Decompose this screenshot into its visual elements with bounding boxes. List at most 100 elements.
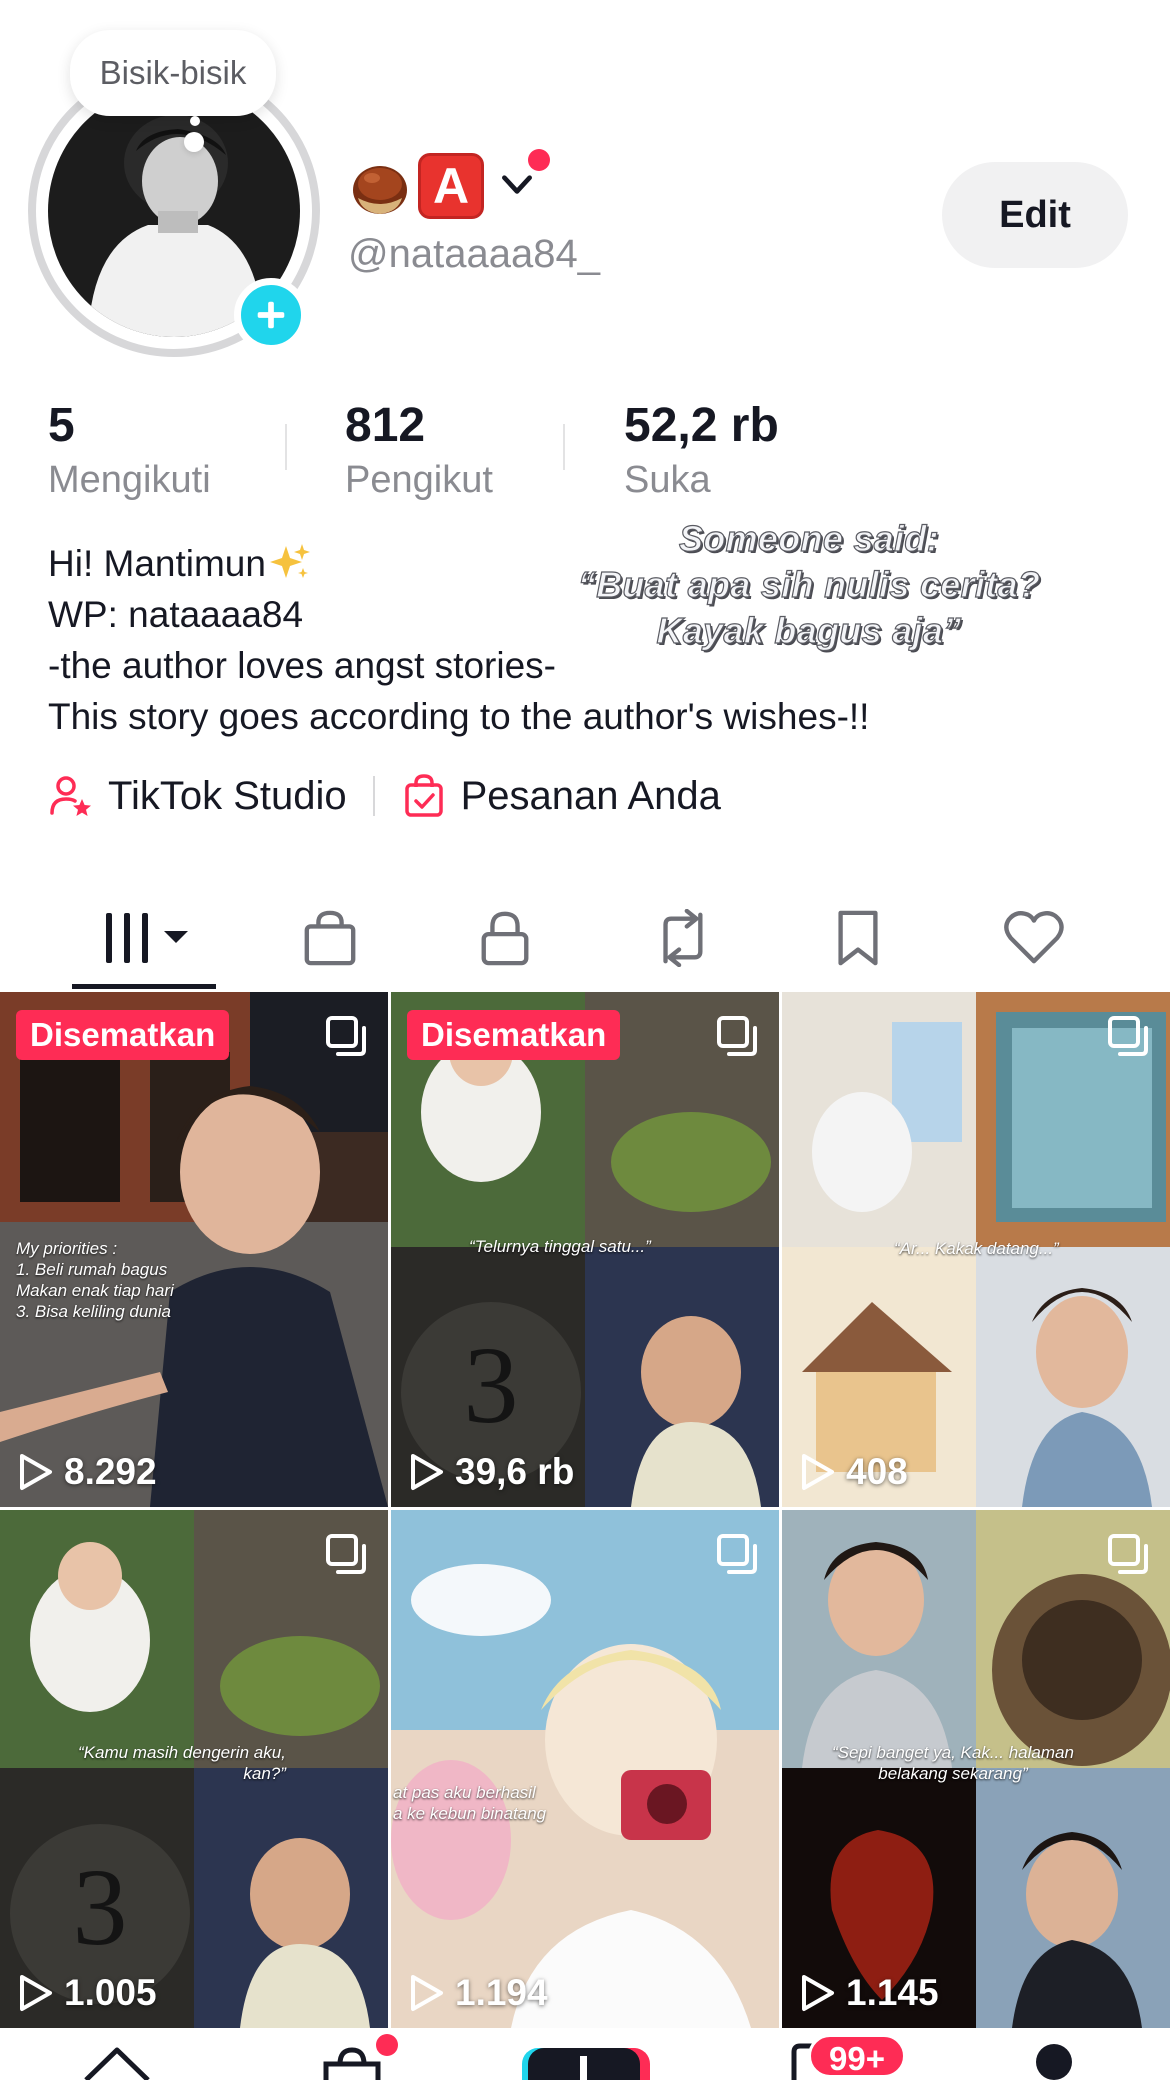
view-count-value: 1.145 — [846, 1972, 939, 2013]
video-caption: “Ar... Kakak datang...” — [894, 1238, 1059, 1259]
play-icon — [20, 1975, 52, 2011]
play-icon — [802, 1975, 834, 2011]
stat-likes[interactable]: 52,2 rb Suka — [624, 398, 779, 504]
video-caption: My priorities : 1. Beli rumah bagus Maka… — [16, 1238, 174, 1322]
view-count: 408 — [798, 1451, 908, 1493]
chevron-down-icon — [502, 175, 532, 194]
multi-clip-icon — [1108, 1534, 1148, 1574]
account-switch-chevron[interactable] — [496, 149, 550, 209]
caption-line: Makan enak tiap hari — [16, 1281, 174, 1300]
multi-clip-icon — [717, 1016, 757, 1056]
bottom-navigation — [0, 2028, 1170, 2080]
stat-followers-label: Pengikut — [345, 459, 493, 501]
orders-link[interactable]: Pesanan Anda — [401, 773, 721, 819]
video-tile[interactable]: Disematkan My priorities : 1. Beli rumah… — [0, 992, 388, 1507]
multi-clip-icon — [1108, 1016, 1148, 1056]
whisper-bubble[interactable]: Bisik-bisik — [70, 30, 276, 116]
home-icon[interactable] — [80, 2042, 154, 2080]
add-story-button[interactable] — [234, 278, 308, 352]
bio-line: This story goes according to the author'… — [48, 696, 870, 737]
heart-icon — [1004, 911, 1064, 964]
video-caption: “Kamu masih dengerin aku, kan?” — [78, 1742, 286, 1784]
play-icon — [411, 1975, 443, 2011]
sparkles-icon — [269, 544, 310, 578]
video-thumbnail — [391, 1510, 779, 2028]
stat-followers[interactable]: 812 Pengikut — [345, 398, 493, 504]
stat-likes-count: 52,2 rb — [624, 399, 779, 452]
tab-liked[interactable] — [992, 906, 1076, 970]
video-caption: “Telurnya tinggal satu...” — [469, 1236, 651, 1257]
play-icon — [20, 1454, 52, 1490]
pinned-badge: Disematkan — [407, 1010, 621, 1060]
stat-following-label: Mengikuti — [48, 459, 211, 501]
whisper-bubble-tail-dot — [184, 132, 204, 152]
video-tile[interactable]: “Ar... Kakak datang...” 408 — [782, 992, 1170, 1507]
quote-line: “Buat apa sih nulis cerita? — [577, 563, 1041, 605]
bio-line-text: Hi! Mantimun — [48, 543, 266, 584]
video-tile[interactable]: at pas aku berhasil a ke kebun binatang … — [391, 1510, 779, 2028]
view-count: 1.194 — [407, 1972, 548, 2014]
multi-clip-icon — [326, 1534, 366, 1574]
tab-favorites[interactable] — [816, 906, 900, 970]
multi-clip-icon — [717, 1534, 757, 1574]
caption-line: at pas aku berhasil — [393, 1783, 536, 1802]
caption-line: “Ar... Kakak datang...” — [894, 1239, 1059, 1258]
caption-line: “Telurnya tinggal satu...” — [469, 1237, 651, 1256]
creator-star-icon — [50, 776, 91, 816]
shopping-bag-check-icon — [404, 774, 443, 817]
whisper-bubble-tail — [190, 116, 200, 126]
bio-quote-sticker: Someone said: “Buat apa sih nulis cerita… — [548, 516, 1070, 654]
quote-line: Someone said: — [678, 517, 939, 559]
video-caption: at pas aku berhasil a ke kebun binatang — [393, 1782, 546, 1824]
create-button-icon[interactable] — [516, 2046, 650, 2080]
view-count-value: 8.292 — [64, 1451, 157, 1492]
shop-bag-icon — [304, 910, 356, 966]
caption-line: belakang sekarang” — [878, 1764, 1028, 1783]
profile-icon[interactable] — [1034, 2042, 1074, 2080]
shop-notification-dot — [376, 2034, 398, 2056]
tab-videos[interactable] — [100, 906, 196, 970]
caption-line: a ke kebun binatang — [393, 1804, 547, 1823]
edit-profile-button[interactable]: Edit — [942, 162, 1128, 268]
view-count-value: 1.005 — [64, 1972, 157, 2013]
view-count: 1.005 — [16, 1972, 157, 2014]
notification-dot — [528, 149, 550, 171]
profile-links: TikTok Studio Pesanan Anda — [48, 768, 721, 824]
caption-line: 1. Beli rumah bagus — [16, 1260, 168, 1279]
stat-divider — [563, 424, 565, 470]
video-tile[interactable]: 3 Disematkan “Telurnya tinggal satu...” … — [391, 992, 779, 1507]
stat-following-count: 5 — [48, 399, 75, 452]
tab-private[interactable] — [463, 906, 547, 970]
caption-line: “Kamu masih dengerin aku, — [78, 1743, 286, 1762]
tab-reposts[interactable] — [641, 906, 725, 970]
video-tile[interactable]: 3 “Kamu masih dengerin aku, kan?” 1.005 — [0, 1510, 388, 2028]
caption-line: “Sepi banget ya, Kak... halaman — [832, 1743, 1074, 1762]
a-button-emoji: A — [418, 153, 484, 219]
stat-following[interactable]: 5 Mengikuti — [48, 398, 211, 504]
tab-shop[interactable] — [288, 906, 372, 970]
tiktok-studio-link[interactable]: TikTok Studio — [48, 773, 347, 819]
videos-grid-icon — [106, 913, 188, 963]
video-caption: “Sepi banget ya, Kak... halaman belakang… — [832, 1742, 1074, 1784]
username: @nataaaa84_ — [348, 232, 600, 276]
orders-label: Pesanan Anda — [460, 773, 721, 818]
stat-divider — [285, 424, 287, 470]
profile-tabs — [0, 888, 1170, 992]
lock-icon — [481, 911, 529, 966]
view-count: 39,6 rb — [407, 1451, 574, 1493]
caption-line: My priorities : — [16, 1239, 118, 1258]
link-divider — [372, 776, 375, 816]
chestnut-emoji — [353, 166, 407, 214]
view-count-value: 1.194 — [455, 1972, 548, 2013]
bookmark-icon — [838, 910, 878, 966]
plus-icon — [257, 301, 285, 329]
svg-text:3: 3 — [464, 1324, 519, 1446]
video-tile[interactable]: “Sepi banget ya, Kak... halaman belakang… — [782, 1510, 1170, 2028]
view-count-value: 408 — [846, 1451, 908, 1492]
shop-icon[interactable] — [320, 2042, 384, 2080]
video-grid: Disematkan My priorities : 1. Beli rumah… — [0, 992, 1170, 2028]
quote-line: Kayak bagus aja” — [656, 609, 962, 651]
display-name[interactable]: A — [348, 149, 550, 222]
view-count: 8.292 — [16, 1451, 157, 1493]
inbox-badge: 99+ — [808, 2034, 906, 2078]
